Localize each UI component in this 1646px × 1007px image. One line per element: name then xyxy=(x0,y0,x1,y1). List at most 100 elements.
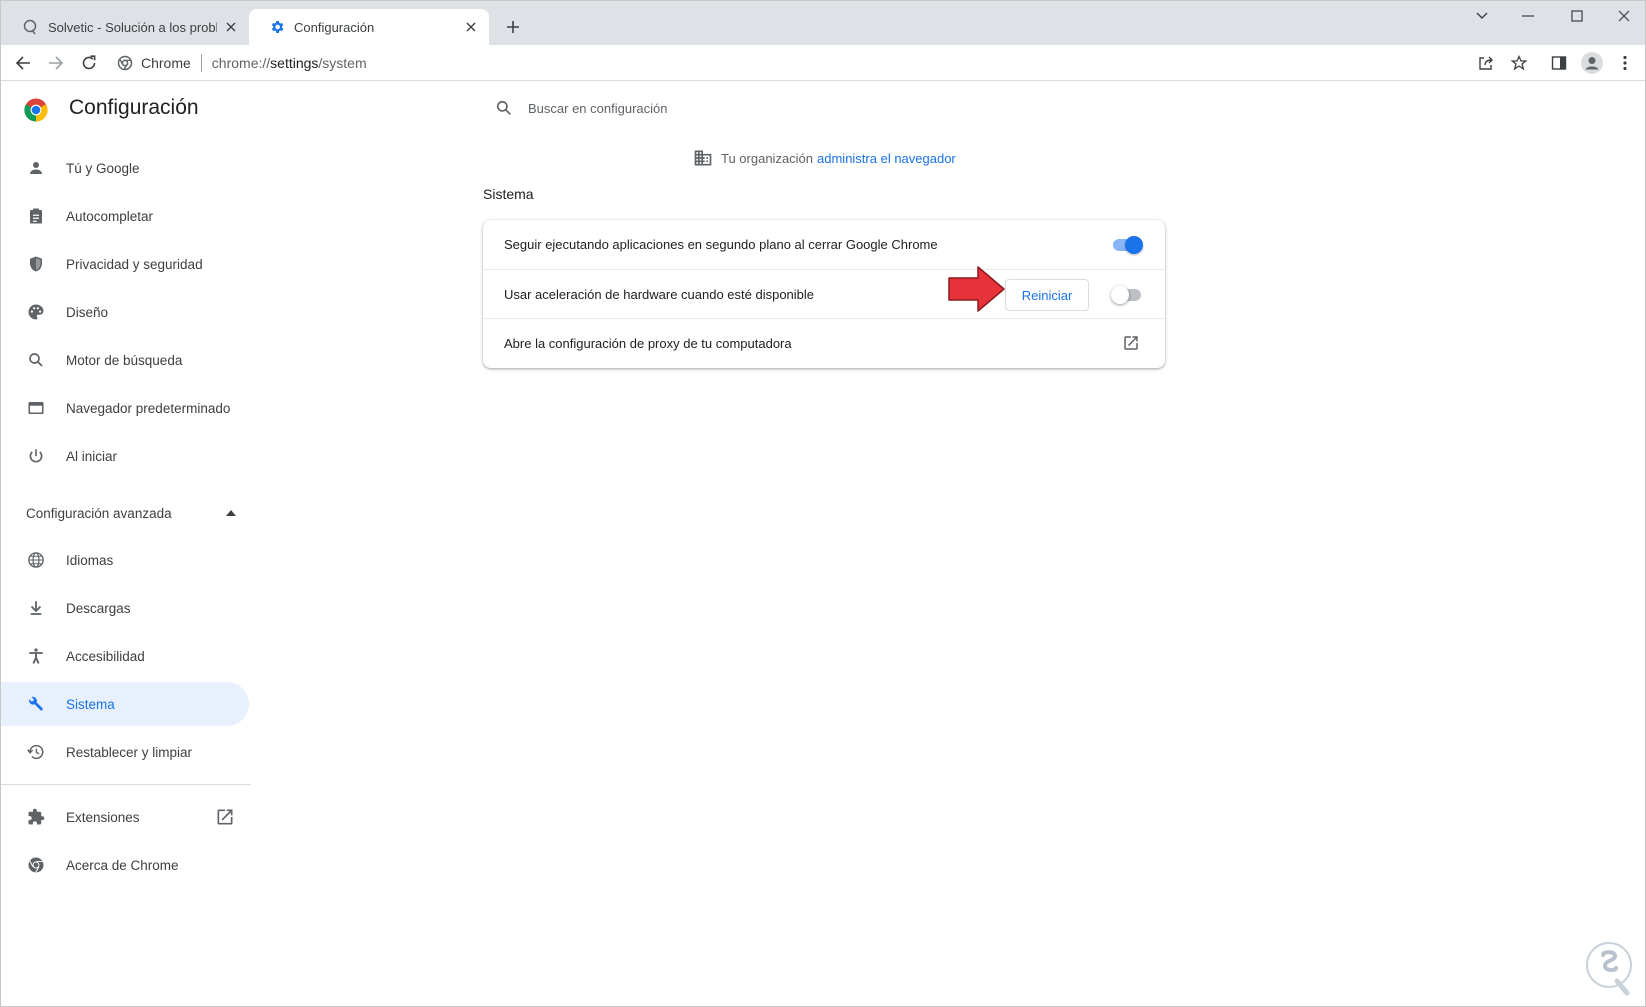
search-input[interactable]: Buscar en configuración xyxy=(528,101,667,116)
arrow-back-icon xyxy=(15,56,30,70)
person-icon xyxy=(26,158,46,178)
menu-button[interactable] xyxy=(1613,51,1637,75)
toolbar: Chrome chrome://settings/system xyxy=(1,45,1645,81)
background-apps-toggle[interactable] xyxy=(1111,234,1145,254)
assignment-icon xyxy=(26,206,46,226)
sidebar-item-label: Tú y Google xyxy=(66,160,140,176)
tab-search-button[interactable] xyxy=(1459,1,1505,31)
sidebar-item-label: Restablecer y limpiar xyxy=(66,744,193,760)
search-icon xyxy=(26,350,46,370)
sidebar-item-label: Al iniciar xyxy=(66,448,118,464)
forward-button[interactable] xyxy=(44,51,68,75)
setting-label: Abre la configuración de proxy de tu com… xyxy=(504,335,792,351)
close-icon xyxy=(1618,10,1630,22)
sidebar-item-acerca-de-chrome[interactable]: Acerca de Chrome xyxy=(1,843,249,887)
profile-button[interactable] xyxy=(1580,51,1604,75)
wrench-icon xyxy=(26,694,46,714)
restart-button[interactable]: Reiniciar xyxy=(1005,279,1089,311)
power-icon xyxy=(26,446,46,466)
solvetic-favicon xyxy=(23,19,37,35)
sidebar-item-tu-y-google[interactable]: Tú y Google xyxy=(1,146,249,190)
accessibility-icon xyxy=(26,646,46,666)
sidebar-item-diseno[interactable]: Diseño xyxy=(1,290,249,334)
advanced-section-toggle[interactable]: Configuración avanzada xyxy=(26,501,236,525)
sidebar-item-restablecer[interactable]: Restablecer y limpiar xyxy=(1,730,249,774)
close-tab-icon[interactable] xyxy=(463,19,479,35)
chrome-icon xyxy=(26,855,46,875)
puzzle-icon xyxy=(26,807,46,827)
open-in-new-icon[interactable] xyxy=(1122,334,1140,352)
setting-row-proxy[interactable]: Abre la configuración de proxy de tu com… xyxy=(483,318,1165,367)
site-name: Chrome xyxy=(141,55,191,71)
setting-label: Usar aceleración de hardware cuando esté… xyxy=(504,286,815,302)
sidebar-item-label: Sistema xyxy=(66,696,115,712)
managed-notice-text: Tu organización xyxy=(721,150,814,166)
tab-configuracion[interactable]: Configuración xyxy=(249,9,489,45)
chevron-down-icon xyxy=(1476,12,1488,19)
omnibox-divider xyxy=(200,54,202,72)
download-icon xyxy=(26,598,46,618)
sidebar-item-label: Diseño xyxy=(66,304,109,320)
sidebar-item-label: Navegador predeterminado xyxy=(66,400,231,416)
share-button[interactable] xyxy=(1474,51,1498,75)
reload-button[interactable] xyxy=(77,51,101,75)
bookmark-button[interactable] xyxy=(1507,51,1531,75)
sidebar-item-sistema[interactable]: Sistema xyxy=(1,682,249,726)
sidebar-divider xyxy=(1,784,251,785)
setting-label: Seguir ejecutando aplicaciones en segund… xyxy=(504,237,938,252)
tab-strip: Solvetic - Solución a los problem Config… xyxy=(1,1,1645,45)
sidebar-item-label: Idiomas xyxy=(66,552,114,568)
tab-title: Configuración xyxy=(294,19,375,35)
back-button[interactable] xyxy=(11,51,35,75)
sidebar-item-privacidad[interactable]: Privacidad y seguridad xyxy=(1,242,249,286)
advanced-header-label: Configuración avanzada xyxy=(26,505,172,521)
managed-notice: Tu organización administra el navegador xyxy=(693,148,956,168)
setting-row-hardware-acceleration: Usar aceleración de hardware cuando esté… xyxy=(483,269,1165,318)
sidebar-item-al-iniciar[interactable]: Al iniciar xyxy=(1,434,249,478)
address-bar[interactable]: Chrome chrome://settings/system xyxy=(117,49,367,77)
sidebar-item-navegador-predeterminado[interactable]: Navegador predeterminado xyxy=(1,386,249,430)
more-vert-icon xyxy=(1623,55,1627,71)
close-tab-icon[interactable] xyxy=(223,19,239,35)
section-title: Sistema xyxy=(483,186,534,202)
minimize-button[interactable] xyxy=(1505,1,1551,31)
chrome-page-icon xyxy=(117,55,133,71)
sidebar-item-label: Accesibilidad xyxy=(66,648,145,664)
managed-notice-link[interactable]: administra el navegador xyxy=(817,151,956,166)
avatar-icon xyxy=(1581,52,1603,74)
new-tab-button[interactable] xyxy=(501,15,525,39)
sidebar-item-autocompletar[interactable]: Autocompletar xyxy=(1,194,249,238)
solvetic-watermark-logo xyxy=(1586,942,1632,996)
annotation-arrow-icon xyxy=(948,266,1005,312)
side-panel-icon xyxy=(1551,56,1567,70)
sidebar-item-motor-busqueda[interactable]: Motor de búsqueda xyxy=(1,338,249,382)
setting-row-background-apps: Seguir ejecutando aplicaciones en segund… xyxy=(483,220,1165,269)
star-outline-icon xyxy=(1511,55,1527,71)
shield-icon xyxy=(26,254,46,274)
caret-up-icon xyxy=(226,510,236,516)
settings-search[interactable]: Buscar en configuración xyxy=(494,96,667,120)
maximize-icon xyxy=(1571,10,1583,22)
web-browser-icon xyxy=(26,398,46,418)
sidebar-item-idiomas[interactable]: Idiomas xyxy=(1,538,249,582)
hardware-acceleration-toggle[interactable] xyxy=(1111,284,1145,304)
tab-title: Solvetic - Solución a los problem xyxy=(48,19,217,35)
restore-icon xyxy=(26,742,46,762)
share-icon xyxy=(1479,56,1493,70)
sidebar-item-descargas[interactable]: Descargas xyxy=(1,586,249,630)
sidebar-item-label: Motor de búsqueda xyxy=(66,352,183,368)
arrow-forward-icon xyxy=(49,56,64,70)
search-icon xyxy=(496,100,511,115)
sidebar-item-accesibilidad[interactable]: Accesibilidad xyxy=(1,634,249,678)
sidebar-item-label: Autocompletar xyxy=(66,208,154,224)
browser-window: Solvetic - Solución a los problem Config… xyxy=(0,0,1646,1007)
system-settings-card: Seguir ejecutando aplicaciones en segund… xyxy=(483,220,1165,368)
tab-solvetic[interactable]: Solvetic - Solución a los problem xyxy=(3,9,249,45)
side-panel-button[interactable] xyxy=(1547,51,1571,75)
sidebar-item-extensiones[interactable]: Extensiones xyxy=(1,795,249,839)
sidebar-item-label: Acerca de Chrome xyxy=(66,857,179,873)
minimize-icon xyxy=(1522,15,1534,17)
close-window-button[interactable] xyxy=(1601,1,1645,31)
url-text: chrome://settings/system xyxy=(211,55,367,71)
maximize-button[interactable] xyxy=(1554,1,1600,31)
